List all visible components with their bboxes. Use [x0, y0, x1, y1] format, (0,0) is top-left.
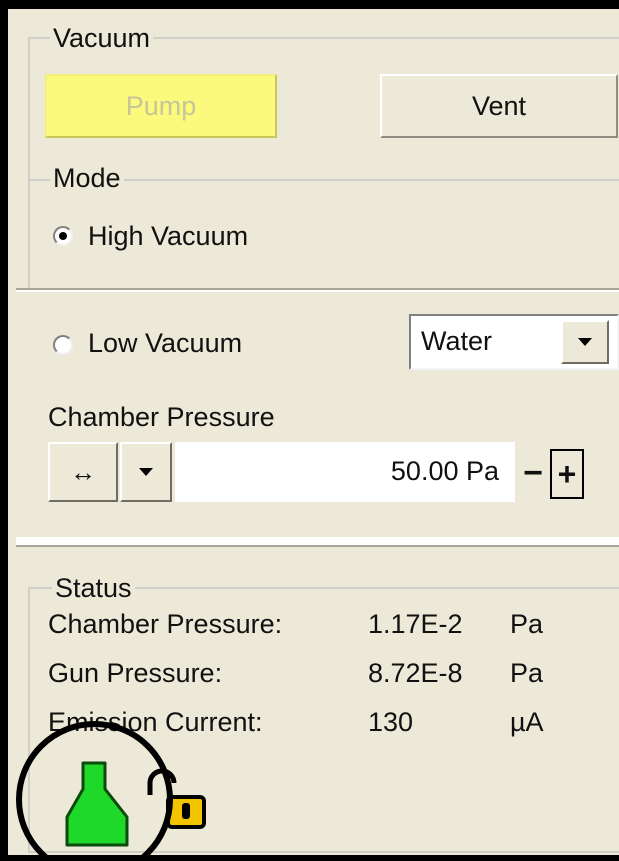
plus-icon: +	[557, 455, 577, 492]
status-unit-gun-pressure: Pa	[510, 658, 544, 688]
status-unit-chamber-pressure: Pa	[510, 609, 544, 639]
pressure-mode-toggle-button[interactable]: ↔	[48, 442, 118, 502]
mode-group-label: Mode	[50, 163, 124, 193]
chamber-pressure-label: Chamber Pressure	[48, 402, 275, 432]
status-unit-emission-current: µA	[510, 707, 544, 737]
vacuum-group-label: Vacuum	[50, 23, 154, 53]
pump-button-label: Pump	[125, 90, 197, 121]
pump-button[interactable]: Pump	[45, 74, 277, 138]
high-vacuum-radio-dot	[59, 232, 67, 240]
status-value-chamber-pressure: 1.17E-2	[368, 609, 463, 639]
status-label-gun-pressure: Gun Pressure:	[48, 658, 223, 688]
chamber-pressure-value: 50.00 Pa	[390, 456, 499, 486]
panel-divider-shadow	[16, 545, 619, 547]
double-arrow-icon: ↔	[70, 456, 96, 487]
status-group-label: Status	[52, 573, 135, 603]
status-value-gun-pressure: 8.72E-8	[368, 658, 463, 688]
high-vacuum-label[interactable]: High Vacuum	[88, 220, 248, 252]
status-value-emission-current: 130	[368, 707, 414, 737]
low-vacuum-label[interactable]: Low Vacuum	[88, 327, 242, 359]
panel-divider	[16, 537, 619, 545]
vacuum-panel: Vacuum Pump Vent Mode High Vacuum Low Va…	[0, 0, 619, 861]
mode-separator-highlight	[16, 290, 619, 292]
gas-select[interactable]: Water	[409, 314, 619, 370]
pressure-increase-button[interactable]: +	[550, 449, 584, 499]
vent-button[interactable]: Vent	[380, 74, 618, 138]
vent-button-label: Vent	[471, 90, 527, 121]
chevron-down-icon	[578, 338, 592, 346]
pressure-dropdown-button[interactable]	[120, 442, 172, 502]
chevron-down-icon	[139, 468, 153, 476]
gas-select-dropdown-button[interactable]	[561, 320, 609, 364]
gas-select-value: Water	[421, 326, 493, 356]
pressure-decrease-button[interactable]: −	[518, 449, 548, 497]
low-vacuum-radio[interactable]	[53, 335, 73, 355]
minus-icon: −	[523, 453, 543, 492]
high-vacuum-radio[interactable]	[53, 226, 73, 246]
status-label-chamber-pressure: Chamber Pressure:	[48, 609, 283, 639]
chamber-pressure-input[interactable]: 50.00 Pa	[175, 442, 515, 502]
